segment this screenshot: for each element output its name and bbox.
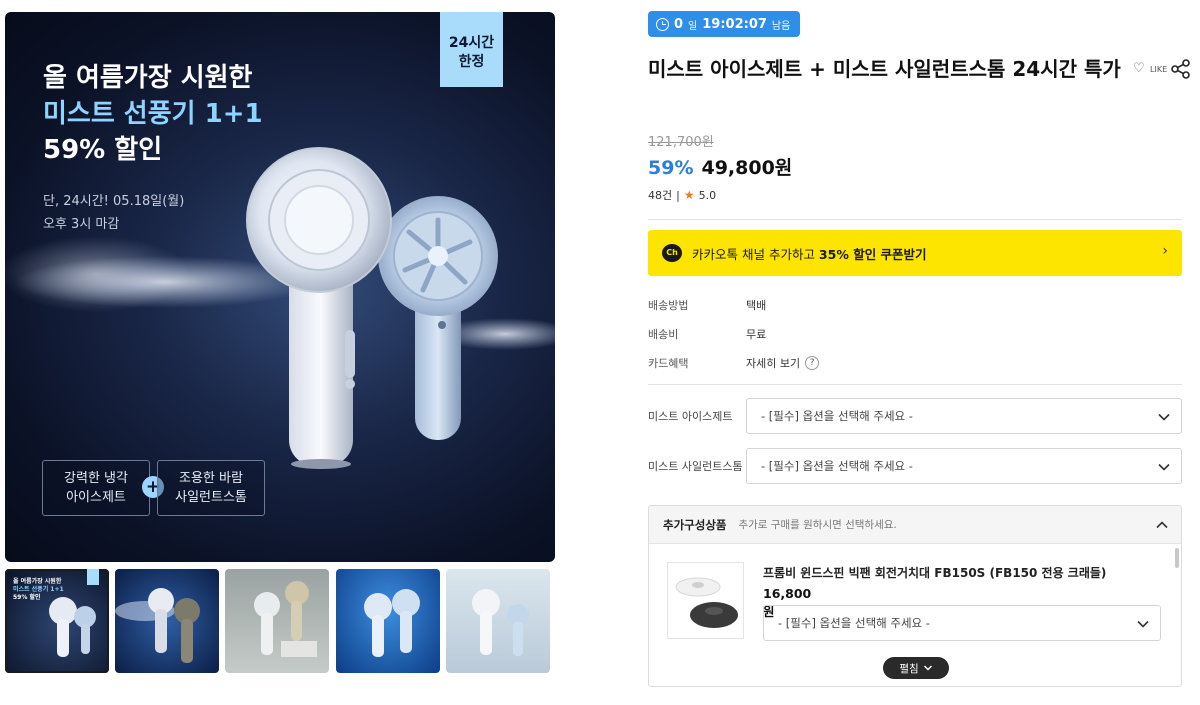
feature-box-icejet: 강력한 냉각 아이스제트	[42, 460, 150, 516]
addon-subtitle: 추가로 구매를 원하시면 선택하세요.	[738, 519, 897, 531]
review-summary[interactable]: 48건 | ★ 5.0	[648, 187, 716, 203]
title-actions: ♡ LIKE	[1133, 58, 1192, 80]
hero-title-line3: 59% 할인	[43, 135, 163, 165]
hero-sub-line2: 오후 3시 마감	[43, 217, 120, 232]
timer-time: 19:02:07	[702, 16, 767, 32]
like-label[interactable]: LIKE	[1150, 65, 1167, 74]
kakao-coupon-banner[interactable]: Ch 카카오톡 채널 추가하고 35% 할인 쿠폰받기 ›	[648, 230, 1182, 276]
timer-days-unit: 일	[688, 20, 698, 32]
shipping-fee-label: 배송비	[648, 328, 679, 341]
feature1-line1: 강력한 냉각	[64, 471, 128, 486]
feature2-line1: 조용한 바람	[179, 471, 243, 486]
ribbon-line2: 한정	[458, 54, 485, 70]
shipping-method-row: 배송방법 택배	[648, 297, 766, 313]
thumbnail-2[interactable]	[115, 569, 219, 673]
thumbnail-4[interactable]	[336, 569, 440, 673]
clock-icon	[656, 17, 669, 31]
divider	[648, 219, 1182, 220]
card-benefit-link[interactable]: 자세히 보기	[746, 355, 800, 371]
thumbnail-5[interactable]	[446, 569, 550, 673]
option-select-icejet[interactable]: - [필수] 옵션을 선택해 주세요 -	[746, 398, 1182, 434]
discount-rate: 59%	[648, 157, 694, 179]
chevron-down-icon	[923, 665, 932, 671]
thumbnail-strip: 올 여름가장 시원한 미스트 선풍기 1+1 59% 할인	[5, 569, 555, 674]
chevron-down-icon	[1158, 463, 1170, 471]
kakao-channel-icon: Ch	[662, 244, 682, 262]
shipping-fee-row: 배송비 무료	[648, 326, 766, 342]
expand-label: 펼침	[899, 662, 919, 675]
hero-title: 올 여름가장 시원한 미스트 선풍기 1+1 59% 할인	[43, 60, 263, 168]
main-product-image: 24시간 한정 올 여름가장 시원한 미스트 선풍기 1+1 59% 할인 단,…	[5, 12, 555, 562]
chevron-right-icon: ›	[1162, 243, 1168, 259]
addon-header[interactable]: 추가구성상품 추가로 구매를 원하시면 선택하세요.	[649, 506, 1181, 544]
addon-title: 추가구성상품	[663, 517, 727, 532]
addon-option-placeholder: - [필수] 옵션을 선택해 주세요 -	[778, 616, 930, 630]
rating-value: 5.0	[698, 188, 717, 202]
hero-subtitle: 단, 24시간! 05.18일(월) 오후 3시 마감	[43, 190, 184, 236]
addon-item-image	[667, 562, 744, 639]
original-price: 121,700원	[648, 135, 714, 150]
option-row-silentstorm: 미스트 사일런트스톰 - [필수] 옵션을 선택해 주세요 -	[648, 448, 1182, 484]
hero-title-line2: 미스트 선풍기 1+1	[43, 99, 263, 129]
heart-icon[interactable]: ♡	[1133, 62, 1147, 76]
feature-box-silentstorm: 조용한 바람 사일런트스톰	[157, 460, 265, 516]
hero-sub-line1: 단, 24시간! 05.18일(월)	[43, 194, 185, 209]
review-separator: |	[676, 188, 680, 202]
expand-button[interactable]: 펼침	[883, 657, 949, 679]
help-icon[interactable]: ?	[805, 356, 820, 370]
card-benefit-value[interactable]: 자세히 보기 ?	[746, 355, 820, 371]
chevron-down-icon	[1137, 620, 1149, 628]
star-icon: ★	[683, 188, 695, 202]
addon-option-select[interactable]: - [필수] 옵션을 선택해 주세요 -	[763, 605, 1161, 641]
shipping-fee-value: 무료	[746, 328, 767, 341]
thumbnail-1[interactable]: 올 여름가장 시원한 미스트 선풍기 1+1 59% 할인	[5, 569, 109, 673]
timer-days: 0	[674, 16, 684, 32]
addon-item-name: 프롬비 윈드스핀 빅팬 회전거치대 FB150S (FB150 전용 크래들)	[763, 566, 1107, 580]
option-label: 미스트 사일런트스톰	[648, 460, 743, 473]
option-select-silentstorm[interactable]: - [필수] 옵션을 선택해 주세요 -	[746, 448, 1182, 484]
option-label: 미스트 아이스제트	[648, 410, 733, 423]
countdown-timer-badge: 0 일 19:02:07 남음	[648, 11, 801, 37]
timer-suffix: 남음	[771, 20, 791, 32]
product-title: 미스트 아이스제트 + 미스트 사일런트스톰 24시간 특가	[648, 57, 1121, 81]
option-row-icejet: 미스트 아이스제트 - [필수] 옵션을 선택해 주세요 -	[648, 398, 1182, 434]
shipping-method-value: 택배	[746, 299, 767, 312]
chevron-up-icon[interactable]	[1155, 518, 1169, 532]
chevron-down-icon	[1158, 413, 1170, 421]
shipping-method-label: 배송방법	[648, 299, 689, 312]
divider	[648, 384, 1182, 385]
hero-title-line1: 올 여름가장 시원한	[43, 63, 253, 93]
sale-price: 49,800원	[701, 157, 793, 179]
kakao-banner-text: 카카오톡 채널 추가하고 35% 할인 쿠폰받기	[692, 246, 927, 262]
feature1-line2: 아이스제트	[66, 490, 126, 505]
card-benefit-label: 카드혜택	[648, 357, 689, 370]
ribbon-line1: 24시간	[448, 35, 495, 51]
thumbnail-3[interactable]	[225, 569, 329, 673]
share-icon[interactable]	[1170, 58, 1192, 80]
feature2-line2: 사일런트스톰	[175, 490, 247, 505]
review-count: 48건	[648, 189, 673, 202]
24h-limited-ribbon: 24시간 한정	[440, 12, 503, 87]
option-placeholder: - [필수] 옵션을 선택해 주세요 -	[761, 409, 913, 423]
price-row: 59% 49,800원	[648, 153, 792, 180]
addon-products-panel: 추가구성상품 추가로 구매를 원하시면 선택하세요. 프롬비 윈드스핀 빅팬 회…	[648, 505, 1182, 687]
card-benefit-row: 카드혜택 자세히 보기 ?	[648, 355, 820, 371]
option-placeholder: - [필수] 옵션을 선택해 주세요 -	[761, 459, 913, 473]
